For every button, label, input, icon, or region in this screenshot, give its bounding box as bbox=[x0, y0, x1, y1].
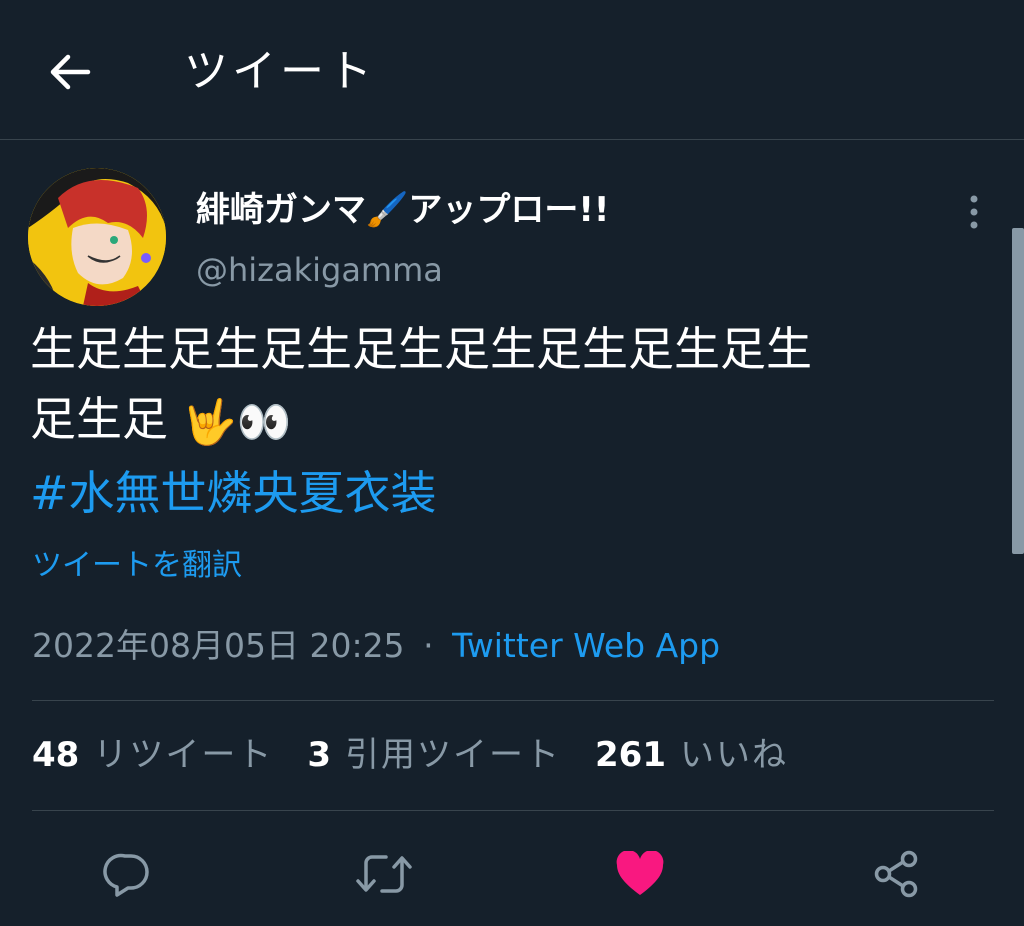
tweet-body: 生足生足生足生足生足生足生足生足生 足生足 🤟👀 #水無世燐央夏衣装 bbox=[30, 314, 970, 528]
quotes-count: 3 bbox=[307, 735, 331, 775]
hashtag-link[interactable]: #水無世燐央夏衣装 bbox=[30, 458, 970, 528]
translate-tweet-link[interactable]: ツイートを翻訳 bbox=[32, 544, 242, 588]
divider bbox=[32, 810, 994, 811]
more-options-button[interactable] bbox=[958, 190, 990, 234]
tweet-stats: 48 リツイート 3 引用ツイート 261 いいね bbox=[32, 730, 822, 780]
metadata-separator: · bbox=[423, 626, 434, 665]
heart-icon bbox=[616, 851, 664, 895]
source-link[interactable]: Twitter Web App bbox=[452, 626, 720, 665]
likes-count: 261 bbox=[595, 735, 666, 775]
likes-label: いいね bbox=[679, 735, 788, 775]
share-icon bbox=[874, 850, 918, 898]
scrollbar[interactable] bbox=[1012, 228, 1024, 554]
retweets-stat[interactable]: 48 リツイート bbox=[32, 730, 273, 780]
retweet-button[interactable] bbox=[354, 844, 414, 904]
page-title: ツイート bbox=[184, 46, 376, 97]
retweets-count: 48 bbox=[32, 735, 80, 775]
arrow-left-icon bbox=[50, 54, 91, 90]
tweet-action-bar bbox=[0, 836, 1024, 908]
tweet-emoji: 🤟👀 bbox=[182, 396, 292, 448]
tweet-metadata: 2022年08月05日 20:25 · Twitter Web App bbox=[32, 622, 720, 670]
quotes-label: 引用ツイート bbox=[345, 735, 561, 775]
more-vertical-icon bbox=[970, 195, 978, 229]
author-name[interactable]: 緋崎ガンマ🖌️アップロー!! bbox=[196, 186, 609, 234]
tweet-text-line-2-text: 足生足 bbox=[30, 392, 168, 446]
retweet-icon bbox=[356, 855, 412, 893]
timestamp[interactable]: 2022年08月05日 20:25 bbox=[32, 626, 405, 665]
like-button[interactable] bbox=[610, 844, 670, 904]
reply-button[interactable] bbox=[98, 844, 158, 904]
quotes-stat[interactable]: 3 引用ツイート bbox=[307, 730, 561, 780]
share-button[interactable] bbox=[866, 844, 926, 904]
avatar[interactable] bbox=[28, 168, 166, 306]
top-app-bar: ツイート bbox=[0, 0, 1024, 140]
avatar-image bbox=[28, 168, 166, 306]
back-button[interactable] bbox=[40, 44, 100, 100]
retweets-label: リツイート bbox=[93, 735, 274, 775]
likes-stat[interactable]: 261 いいね bbox=[595, 730, 788, 780]
tweet-text-line-1: 生足生足生足生足生足生足生足生足生 bbox=[30, 322, 812, 376]
divider bbox=[32, 700, 994, 701]
author-handle[interactable]: @hizakigamma bbox=[196, 246, 443, 294]
reply-icon bbox=[103, 853, 149, 897]
tweet-text-line-2: 足生足 🤟👀 bbox=[30, 384, 970, 458]
